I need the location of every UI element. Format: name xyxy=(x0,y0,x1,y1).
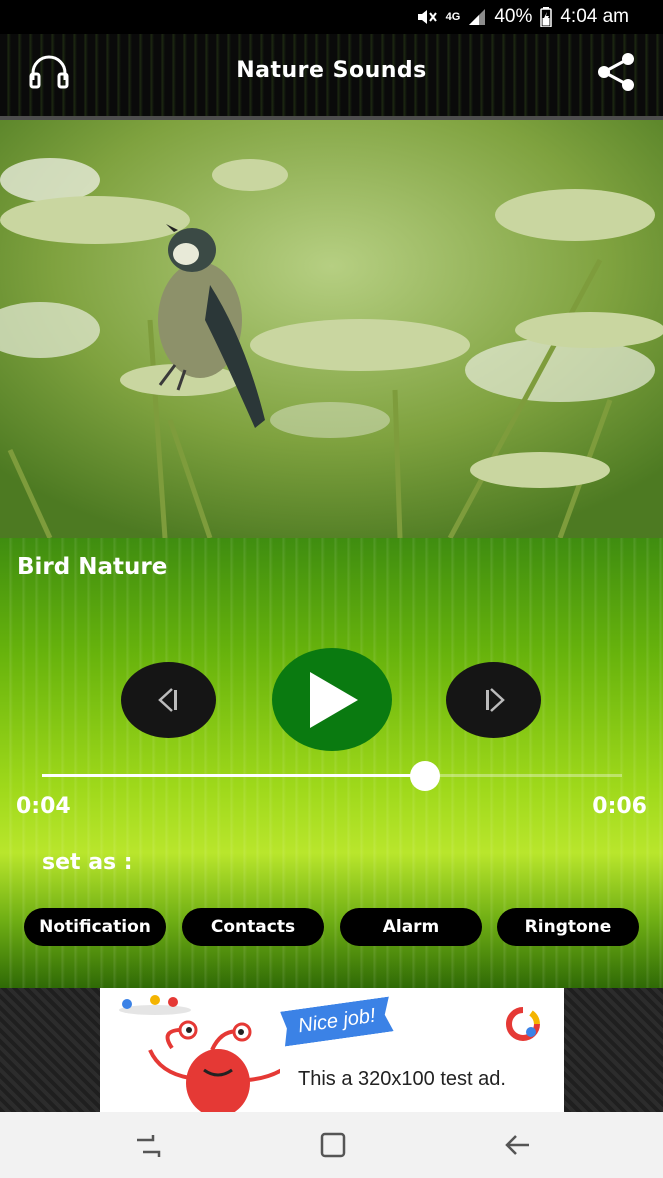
recents-icon xyxy=(137,1135,161,1157)
clock: 4:04 am xyxy=(560,6,629,27)
next-button[interactable] xyxy=(446,662,541,738)
ad-mascot-icon xyxy=(119,995,280,1112)
home-button[interactable] xyxy=(318,1130,348,1164)
recents-button[interactable] xyxy=(133,1130,163,1164)
back-icon xyxy=(505,1135,529,1155)
ad-badge: Nice job! xyxy=(280,997,394,1047)
ad-strip: Nice job! This a 320x100 test ad. xyxy=(0,988,663,1112)
seek-bar[interactable] xyxy=(42,761,622,791)
play-icon xyxy=(310,671,358,728)
track-title: Bird Nature xyxy=(17,554,168,580)
app-header: Nature Sounds xyxy=(0,34,663,120)
play-button[interactable] xyxy=(272,648,392,751)
battery-icon xyxy=(540,7,553,27)
mute-icon xyxy=(417,10,437,24)
set-as-contacts-button[interactable]: Contacts xyxy=(182,908,324,946)
signal-icon xyxy=(469,9,486,25)
next-icon xyxy=(485,688,505,712)
set-as-notification-button[interactable]: Notification xyxy=(24,908,166,946)
system-nav-bar xyxy=(0,1112,663,1178)
page-title: Nature Sounds xyxy=(236,58,427,83)
current-time: 0:04 xyxy=(16,794,71,819)
status-bar: 4G 40% 4:04 am xyxy=(0,0,663,34)
seek-bar-thumb[interactable] xyxy=(409,761,440,791)
set-as-label: set as : xyxy=(42,850,133,875)
player-panel: Bird Nature 0:04 0:06 set as : Notificat… xyxy=(0,538,663,988)
set-as-alarm-button[interactable]: Alarm xyxy=(340,908,482,946)
seek-bar-fill xyxy=(42,774,425,777)
bird-photo xyxy=(0,120,663,538)
status-icons: 4G 40% 4:04 am xyxy=(416,6,629,28)
ad-text: This a 320x100 test ad. xyxy=(298,1068,506,1090)
set-as-ringtone-button[interactable]: Ringtone xyxy=(497,908,639,946)
share-icon[interactable] xyxy=(595,52,637,96)
back-button[interactable] xyxy=(503,1130,533,1164)
previous-icon xyxy=(157,688,177,712)
network-type: 4G xyxy=(445,11,461,23)
ad-logo-icon xyxy=(506,1007,540,1041)
total-time: 0:06 xyxy=(592,794,647,819)
ad-banner[interactable]: Nice job! This a 320x100 test ad. xyxy=(100,988,564,1112)
home-icon xyxy=(320,1132,346,1158)
previous-button[interactable] xyxy=(121,662,216,738)
battery-percent: 40% xyxy=(494,6,533,27)
